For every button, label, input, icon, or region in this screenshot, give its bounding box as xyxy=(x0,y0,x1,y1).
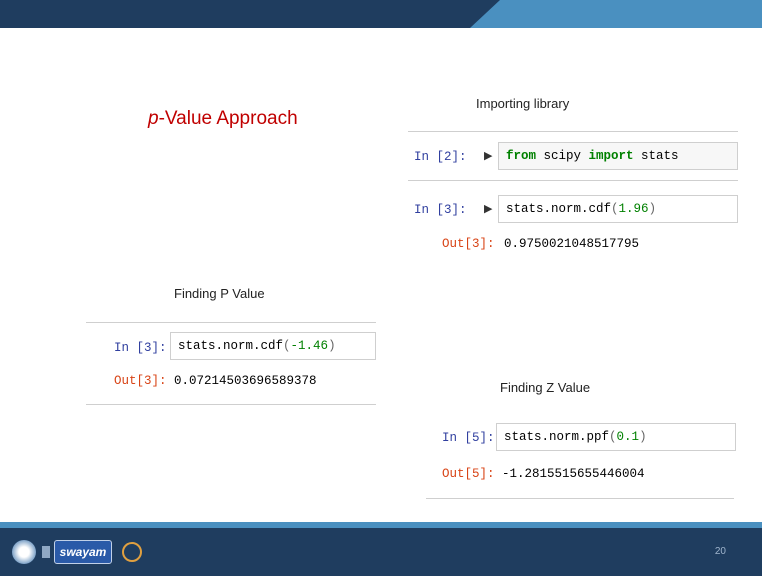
slide-title: p-Value Approach xyxy=(148,108,298,130)
paren-close: ) xyxy=(639,430,647,444)
function-call: stats.norm.cdf xyxy=(178,339,284,353)
nptel-logo-icon xyxy=(122,542,142,562)
in-prompt-import: In [2]: xyxy=(414,150,467,164)
argument-number: 0.1 xyxy=(616,430,640,444)
page-number: 20 xyxy=(714,546,726,557)
output-cdf-value: 0.9750021048517795 xyxy=(504,237,640,251)
import-target: stats xyxy=(633,149,679,163)
out-prompt-p-value: Out[3]: xyxy=(114,374,167,388)
slide-title-italic: p xyxy=(148,108,159,129)
argument-number: -1.46 xyxy=(290,339,329,353)
keyword-from: from xyxy=(506,149,537,163)
output-p-value: 0.07214503696589378 xyxy=(174,374,317,388)
institute-logo-icon xyxy=(12,540,36,564)
cell-divider xyxy=(86,404,376,405)
output-z-value: -1.2815515655446004 xyxy=(502,467,645,481)
cell-divider xyxy=(86,322,376,323)
run-cell-icon[interactable]: ▶︎ xyxy=(484,202,492,215)
cell-divider xyxy=(408,180,738,181)
function-call: stats.norm.cdf xyxy=(506,202,612,216)
cell-divider xyxy=(426,498,734,499)
in-prompt-cdf: In [3]: xyxy=(414,203,467,217)
finding-z-value-heading: Finding Z Value xyxy=(500,380,591,395)
run-cell-icon[interactable]: ▶︎ xyxy=(484,149,492,162)
paren-open: ( xyxy=(283,339,291,353)
paren-open: ( xyxy=(609,430,617,444)
code-cell-p-value[interactable]: stats.norm.cdf(-1.46) xyxy=(170,332,376,360)
top-banner xyxy=(0,0,762,28)
paren-close: ) xyxy=(328,339,336,353)
cell-divider xyxy=(408,131,738,132)
in-prompt-z-value: In [5]: xyxy=(442,431,495,445)
importing-library-heading: Importing library xyxy=(476,96,570,111)
swayam-logo: swayam xyxy=(54,540,112,564)
paren-close: ) xyxy=(648,202,657,216)
code-cell-z-value[interactable]: stats.norm.ppf(0.1) xyxy=(496,423,736,451)
argument-number: 1.96 xyxy=(618,202,649,216)
module-name: scipy xyxy=(536,149,589,163)
out-prompt-z-value: Out[5]: xyxy=(442,467,495,481)
small-logo-icon xyxy=(42,546,50,558)
in-prompt-p-value: In [3]: xyxy=(114,341,167,355)
out-prompt-cdf: Out[3]: xyxy=(442,237,495,251)
code-cell-import[interactable]: from scipy import stats xyxy=(498,142,738,170)
slide-title-rest: -Value Approach xyxy=(158,108,298,129)
function-call: stats.norm.ppf xyxy=(504,430,610,444)
paren-open: ( xyxy=(611,202,619,216)
code-cell-cdf[interactable]: stats.norm.cdf(1.96) xyxy=(498,195,738,223)
footer-bar: swayam 20 xyxy=(0,528,762,576)
keyword-import: import xyxy=(588,149,634,163)
finding-p-value-heading: Finding P Value xyxy=(174,286,265,301)
